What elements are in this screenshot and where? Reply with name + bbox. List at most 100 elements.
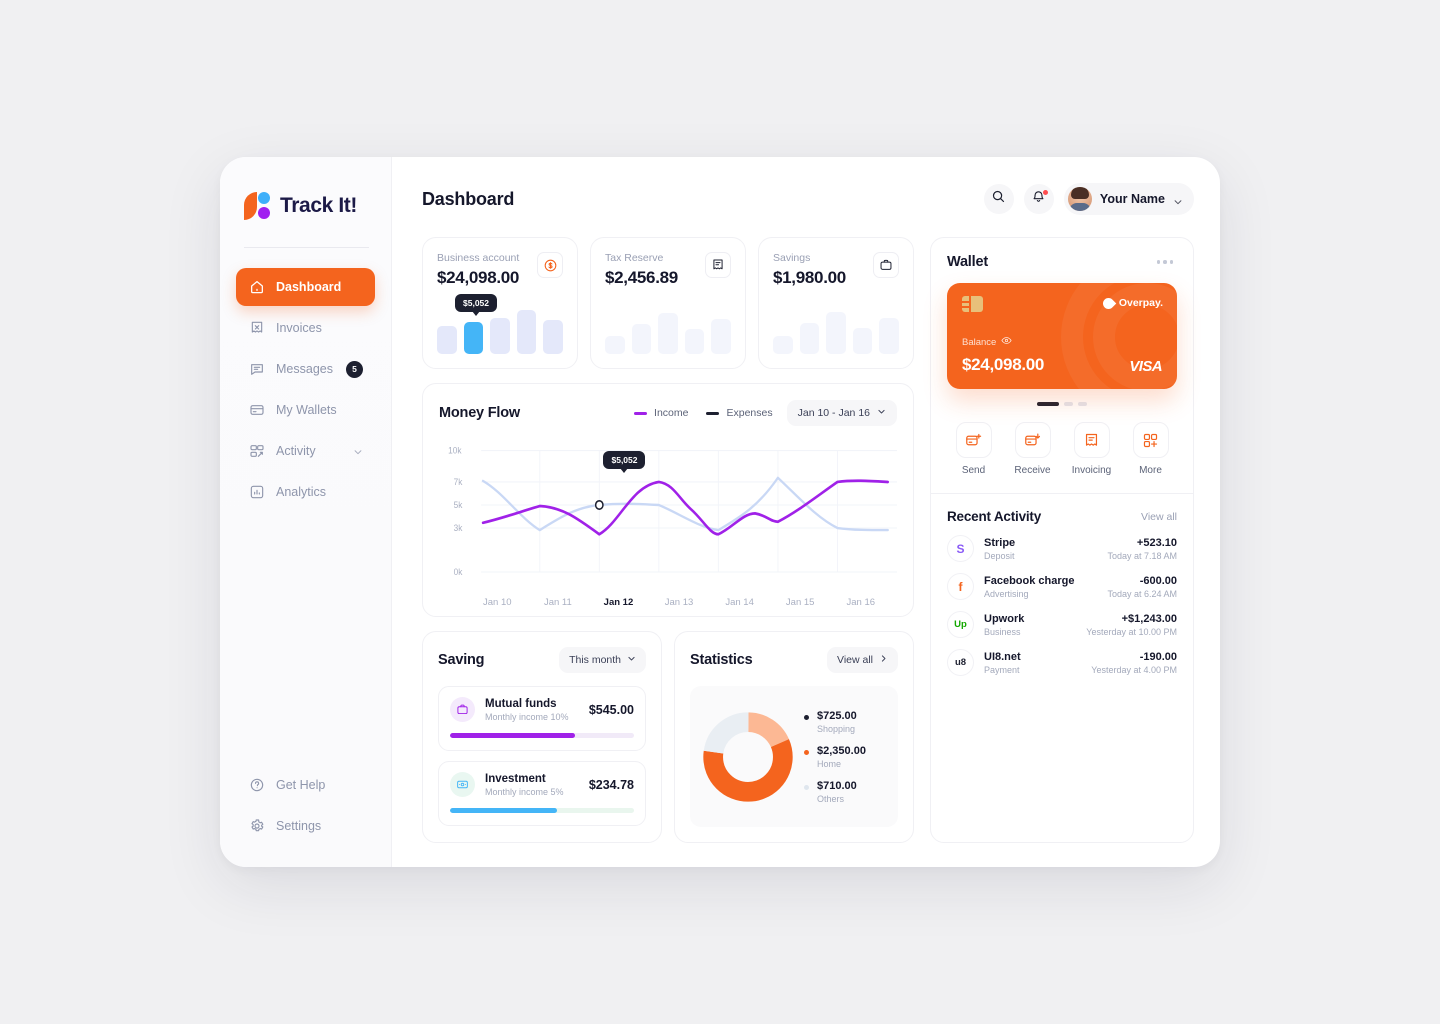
saving-item-investment[interactable]: Investment Monthly income 5% $234.78 bbox=[438, 761, 646, 826]
saving-item-sub: Monthly income 10% bbox=[485, 711, 569, 722]
legend-swatch bbox=[634, 411, 648, 415]
help-icon bbox=[248, 777, 265, 794]
receive-card-icon bbox=[1014, 422, 1051, 458]
eye-icon[interactable] bbox=[1001, 335, 1012, 349]
icon-glyph: Up bbox=[954, 619, 967, 630]
saving-item-sub: Monthly income 5% bbox=[485, 786, 564, 797]
chart-legend: Income Expenses bbox=[634, 407, 773, 419]
briefcase-icon bbox=[450, 697, 475, 722]
carousel-dot[interactable] bbox=[1064, 402, 1073, 406]
credit-card[interactable]: Overpay. Balance $24,098.00 VISA bbox=[947, 283, 1177, 389]
app-logo[interactable]: Track It! bbox=[220, 185, 391, 227]
legend-item-expenses: Expenses bbox=[706, 407, 773, 419]
notification-dot bbox=[1041, 189, 1049, 196]
date-range-selector[interactable]: Jan 10 - Jan 16 bbox=[786, 400, 897, 426]
list-item[interactable]: u8 UI8.net Payment -190.00 Yesterday at … bbox=[947, 649, 1177, 676]
stat-card-tax-reserve[interactable]: Tax Reserve $2,456.89 bbox=[590, 237, 746, 369]
activity-category: Business bbox=[984, 626, 1021, 637]
statistics-view-all-button[interactable]: View all bbox=[827, 647, 898, 673]
saving-item-mutual-funds[interactable]: Mutual funds Monthly income 10% $545.00 bbox=[438, 686, 646, 751]
recent-activity-view-all[interactable]: View all bbox=[1141, 511, 1177, 523]
carousel-dot-active[interactable] bbox=[1037, 402, 1059, 406]
more-horizontal-icon[interactable] bbox=[1153, 256, 1178, 268]
activity-amount: -190.00 bbox=[1139, 650, 1177, 663]
briefcase-icon bbox=[873, 252, 899, 278]
invoice-icon bbox=[1073, 422, 1110, 458]
carousel-dot[interactable] bbox=[1078, 402, 1087, 406]
wallet-actions: Send Receive Invoicing More bbox=[947, 422, 1177, 476]
activity-amount: +523.10 bbox=[1136, 536, 1177, 549]
recent-activity-list: S Stripe Deposit +523.10 Today at 7.18 A… bbox=[947, 535, 1177, 676]
activity-time: Yesterday at 4.00 PM bbox=[1091, 664, 1177, 675]
legend-dot bbox=[804, 714, 809, 720]
view-all-label: View all bbox=[837, 654, 873, 666]
saving-period-selector[interactable]: This month bbox=[559, 647, 646, 673]
wallet-action-more[interactable]: More bbox=[1124, 422, 1177, 476]
stripe-icon: S bbox=[947, 535, 974, 562]
search-button[interactable] bbox=[983, 184, 1014, 214]
sidebar: Track It! Dashboard Invoices Messages 5 … bbox=[220, 157, 392, 867]
x-tick-label: Jan 11 bbox=[543, 597, 572, 608]
legend-swatch bbox=[706, 411, 720, 415]
grid-plus-icon bbox=[1132, 422, 1169, 458]
wallet-divider bbox=[931, 493, 1193, 494]
page-title: Dashboard bbox=[422, 188, 515, 209]
sidebar-item-messages[interactable]: Messages 5 bbox=[236, 350, 375, 388]
sidebar-item-label: Activity bbox=[276, 444, 316, 458]
right-column: Wallet Overpay. Balance $24,098.00 VISA … bbox=[930, 237, 1194, 843]
logo-mark-icon bbox=[244, 191, 271, 221]
stat-label: Savings bbox=[773, 252, 811, 264]
upwork-icon: Up bbox=[947, 611, 974, 638]
money-flow-header: Money Flow Income Expenses Jan 10 - Jan … bbox=[439, 400, 897, 426]
sidebar-item-label: Dashboard bbox=[276, 280, 342, 294]
wallet-action-label: Invoicing bbox=[1071, 465, 1112, 476]
x-axis-labels: Jan 10 Jan 11 Jan 12 Jan 13 Jan 14 Jan 1… bbox=[439, 597, 897, 608]
account-stats-row: Business account $24,098.00 $5,052 Tax R… bbox=[422, 237, 914, 369]
mini-bar-chart bbox=[605, 306, 731, 354]
legend-item-others: $710.00 Others bbox=[804, 780, 866, 804]
dollar-coin-icon bbox=[537, 252, 563, 278]
profile-menu[interactable]: Your Name bbox=[1063, 183, 1194, 215]
analytics-icon bbox=[248, 484, 265, 501]
legend-value: $2,350.00 bbox=[817, 744, 866, 757]
statistics-card: Statistics View all $725.00 Shopping $2,… bbox=[674, 631, 914, 843]
wallet-action-receive[interactable]: Receive bbox=[1006, 422, 1059, 476]
activity-time: Today at 6.24 AM bbox=[1107, 588, 1177, 599]
sidebar-item-invoices[interactable]: Invoices bbox=[236, 309, 375, 347]
sidebar-item-dashboard[interactable]: Dashboard bbox=[236, 268, 375, 306]
ui8-icon: u8 bbox=[947, 649, 974, 676]
wallet-action-invoicing[interactable]: Invoicing bbox=[1065, 422, 1118, 476]
statistics-panel: $725.00 Shopping $2,350.00 Home $710.00 … bbox=[690, 686, 898, 827]
legend-category: Shopping bbox=[817, 723, 856, 734]
balance-text: Balance bbox=[962, 336, 997, 348]
y-tick-label: 0k bbox=[454, 567, 463, 578]
notifications-button[interactable] bbox=[1023, 184, 1054, 214]
progress-track bbox=[450, 733, 634, 738]
top-actions: Your Name bbox=[983, 183, 1194, 215]
list-item[interactable]: f Facebook charge Advertising -600.00 To… bbox=[947, 573, 1177, 600]
avatar bbox=[1067, 187, 1092, 211]
list-item[interactable]: Up Upwork Business +$1,243.00 Yesterday … bbox=[947, 611, 1177, 638]
sidebar-item-settings[interactable]: Settings bbox=[236, 807, 375, 845]
y-tick-label: 10k bbox=[448, 445, 462, 456]
wallet-action-label: More bbox=[1139, 465, 1162, 476]
legend-dot bbox=[804, 784, 809, 790]
statistics-title: Statistics bbox=[690, 652, 753, 668]
stat-card-savings[interactable]: Savings $1,980.00 bbox=[758, 237, 914, 369]
activity-amount: -600.00 bbox=[1139, 574, 1177, 587]
list-item[interactable]: S Stripe Deposit +523.10 Today at 7.18 A… bbox=[947, 535, 1177, 562]
dashboard-window: Track It! Dashboard Invoices Messages 5 … bbox=[220, 157, 1220, 867]
sidebar-item-activity[interactable]: Activity bbox=[236, 432, 375, 470]
chevron-down-icon bbox=[877, 407, 886, 419]
topbar: Dashboard Your Name bbox=[422, 183, 1194, 215]
sidebar-item-get-help[interactable]: Get Help bbox=[236, 766, 375, 804]
legend-value: $725.00 bbox=[817, 709, 857, 722]
wallet-action-send[interactable]: Send bbox=[947, 422, 1000, 476]
series-income bbox=[481, 479, 890, 536]
chevron-down-icon bbox=[1173, 194, 1183, 205]
stat-card-business-account[interactable]: Business account $24,098.00 $5,052 bbox=[422, 237, 578, 369]
x-tick-label-active: Jan 12 bbox=[603, 597, 634, 608]
sidebar-item-my-wallets[interactable]: My Wallets bbox=[236, 391, 375, 429]
legend-category: Home bbox=[817, 758, 842, 769]
sidebar-item-analytics[interactable]: Analytics bbox=[236, 473, 375, 511]
